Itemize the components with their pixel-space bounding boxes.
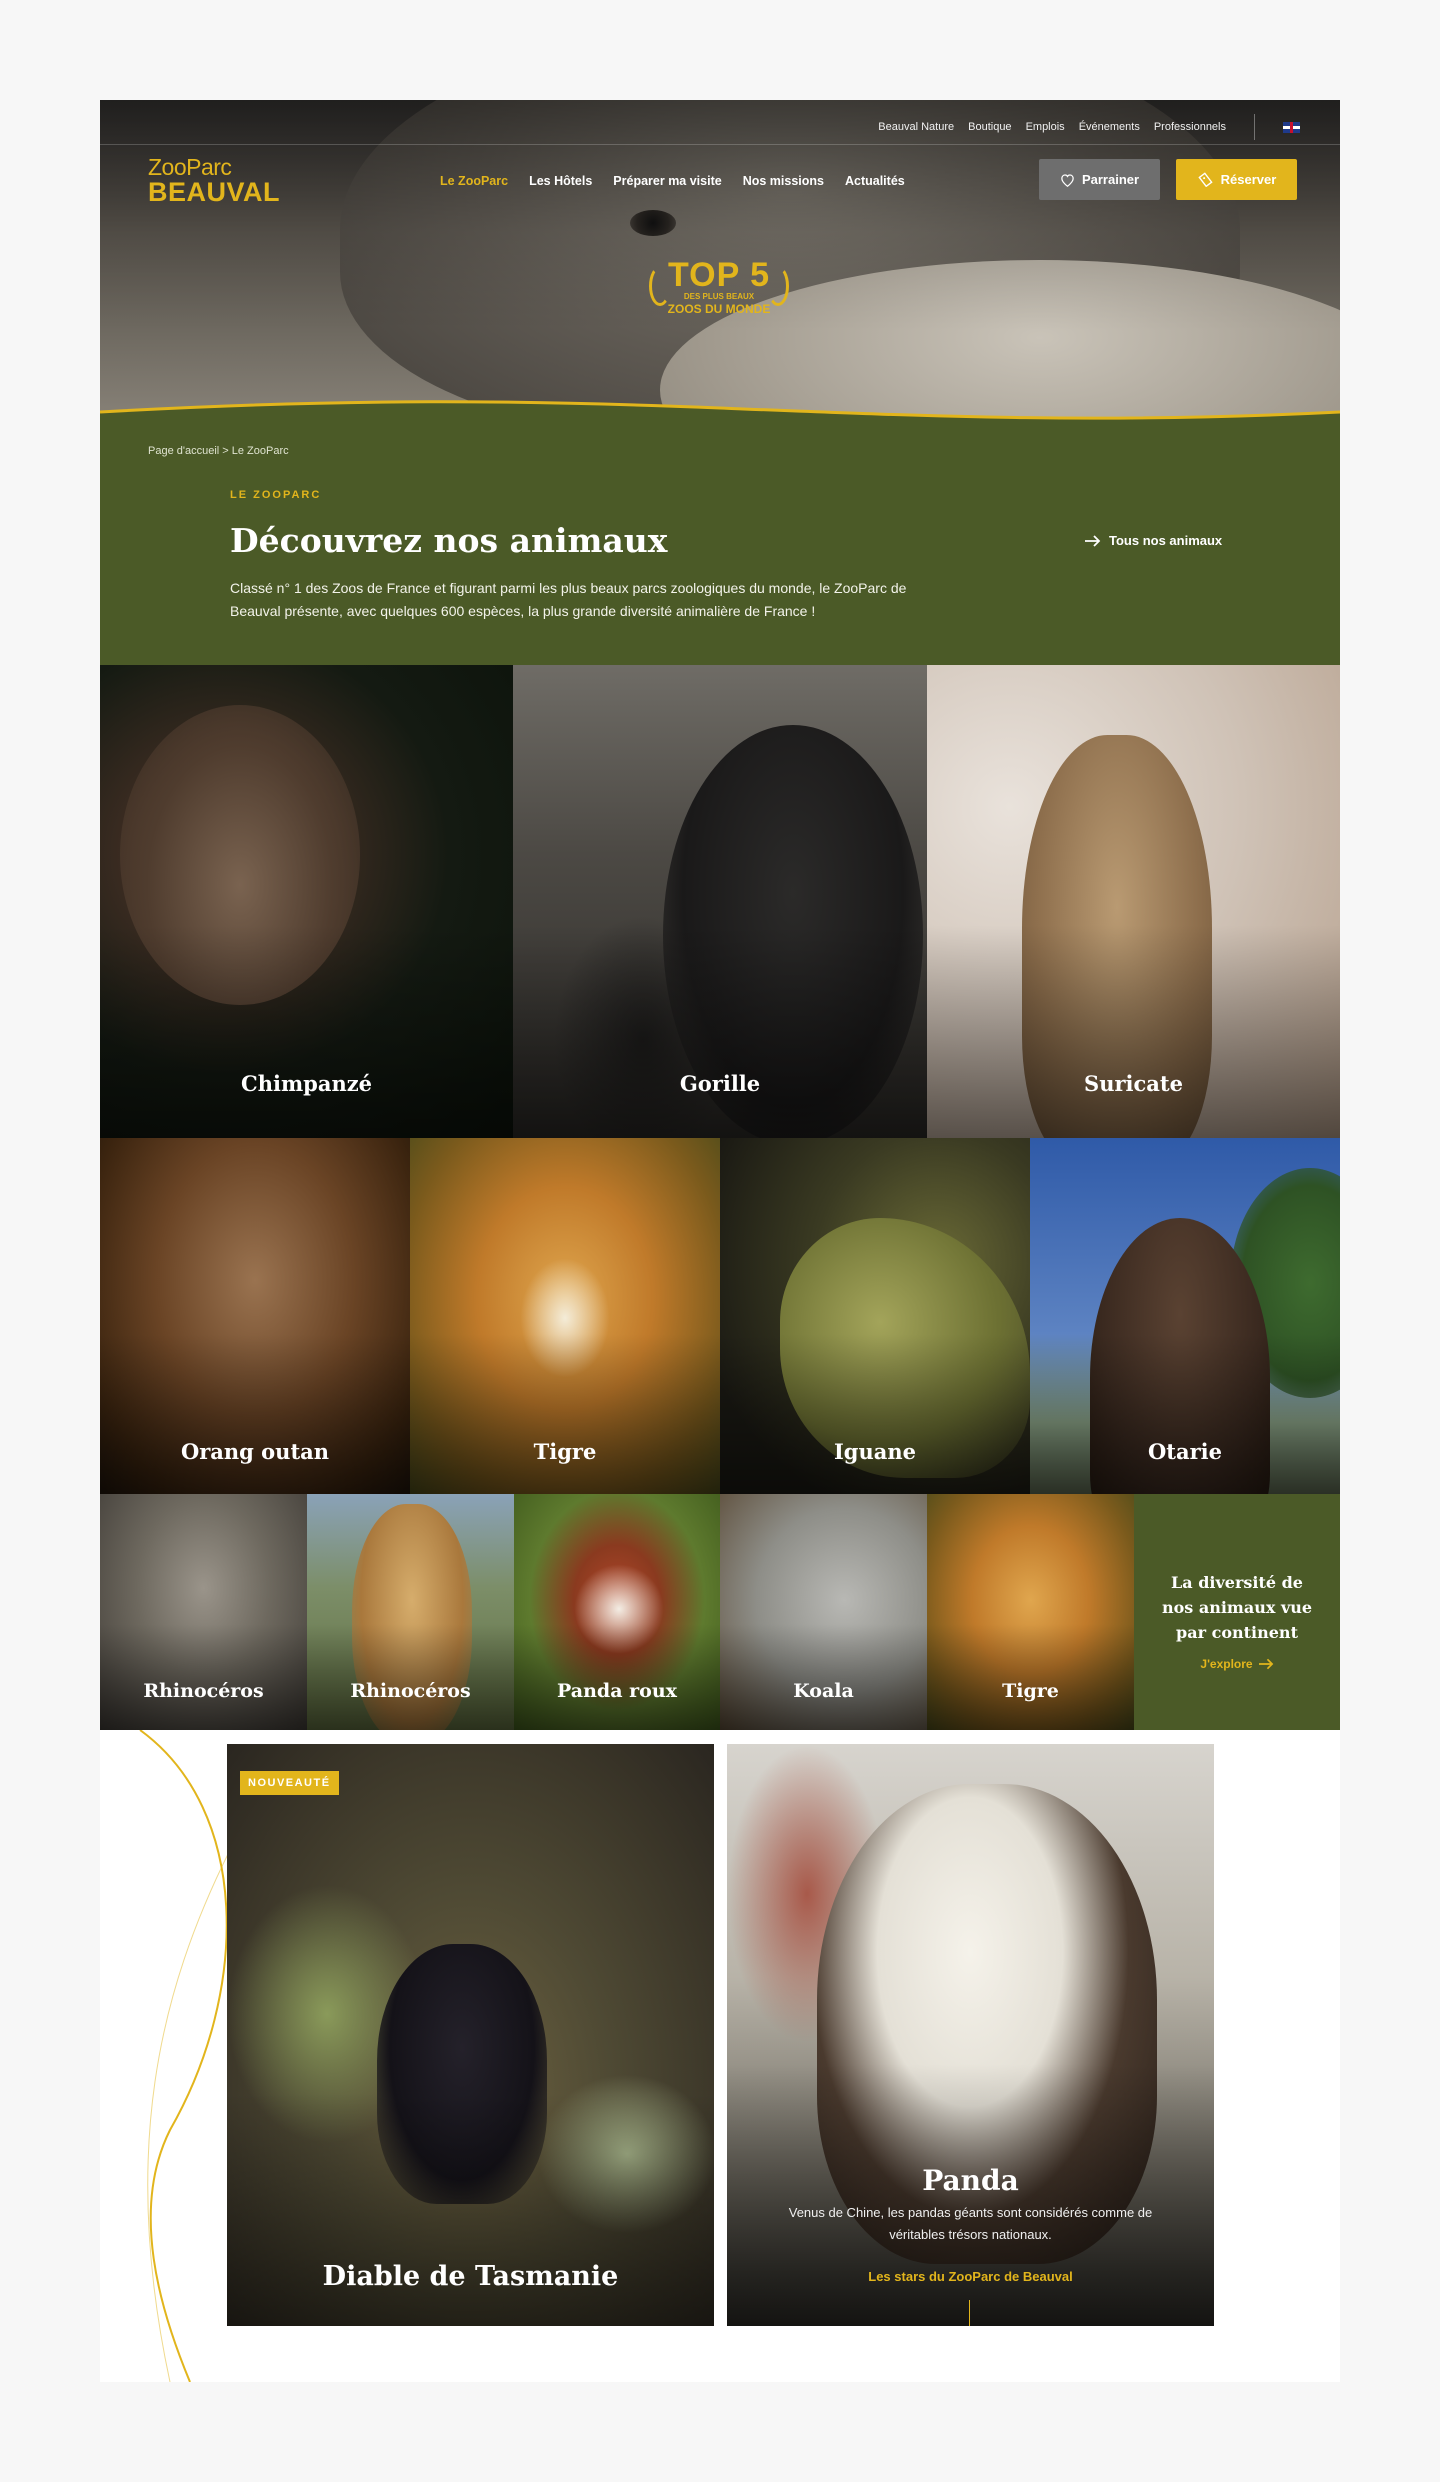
animal-tile-suricate[interactable]: Suricate (927, 665, 1340, 1138)
animal-name: Gorille (679, 1071, 761, 1096)
arrow-right-icon (1258, 1658, 1273, 1670)
reserver-button[interactable]: Réserver (1176, 159, 1297, 200)
animal-name: Tigre (533, 1439, 597, 1464)
animal-tile-orang-outan[interactable]: Orang outan (100, 1138, 410, 1494)
explore-link[interactable]: J'explore (1200, 1657, 1273, 1671)
top5-award-badge: TOP 5 DES PLUS BEAUX ZOOS DU MONDE (649, 258, 789, 316)
all-animals-link[interactable]: Tous nos animaux (1085, 533, 1222, 548)
animal-name: Chimpanzé (240, 1071, 373, 1096)
hero-banner: Beauval Nature Boutique Emplois Événemen… (100, 100, 1340, 430)
topnav-emplois[interactable]: Emplois (1026, 121, 1065, 133)
animal-tile-tigre[interactable]: Tigre (410, 1138, 720, 1494)
arrow-right-icon (1085, 534, 1101, 547)
main-nav: Le ZooParc Les Hôtels Préparer ma visite… (440, 174, 905, 188)
nouveaute-badge: NOUVEAUTÉ (240, 1771, 339, 1795)
card-title: Panda (922, 2164, 1019, 2197)
nav-item-actualites[interactable]: Actualités (845, 174, 905, 188)
animal-name: Panda roux (557, 1680, 677, 1702)
divider (1254, 114, 1255, 140)
topnav-beauval-nature[interactable]: Beauval Nature (878, 121, 954, 133)
animal-name: Orang outan (180, 1439, 330, 1464)
parrainer-button[interactable]: Parrainer (1039, 159, 1160, 200)
feature-card-diable-de-tasmanie[interactable]: NOUVEAUTÉ Diable de Tasmanie (227, 1744, 714, 2326)
zooparc-logo[interactable]: ZooParc BEAUVAL (148, 156, 280, 206)
divider (100, 144, 1340, 145)
animal-name: Otarie (1147, 1439, 1222, 1464)
continent-diversity-tile[interactable]: La diversité de nos animaux vue par cont… (1134, 1494, 1340, 1730)
page-title: Découvrez nos animaux (230, 521, 668, 560)
uk-flag-icon[interactable] (1283, 121, 1300, 133)
animal-name: Rhinocéros (143, 1680, 264, 1702)
nav-item-les-hotels[interactable]: Les Hôtels (529, 174, 592, 188)
animal-tile-tigre[interactable]: Tigre (927, 1494, 1134, 1730)
animal-name: Suricate (1084, 1071, 1183, 1096)
heart-icon (1061, 173, 1074, 187)
animal-tile-rhinoceros[interactable]: Rhinocéros (100, 1494, 307, 1730)
topnav-boutique[interactable]: Boutique (968, 121, 1011, 133)
animal-tile-koala[interactable]: Koala (720, 1494, 927, 1730)
animal-name: Rhinocéros (350, 1680, 471, 1702)
laurel-icon (767, 266, 789, 306)
wave-divider (100, 400, 1340, 438)
intro-text: Classé n° 1 des Zoos de France et figura… (230, 580, 907, 619)
animal-tile-gorille[interactable]: Gorille (513, 665, 927, 1138)
diversity-text: La diversité de nos animaux vue par cont… (1161, 1573, 1313, 1642)
card-title: Diable de Tasmanie (322, 2261, 619, 2292)
section-kicker: LE ZOOPARC (230, 489, 322, 501)
nav-item-le-zooparc[interactable]: Le ZooParc (440, 174, 508, 188)
ticket-icon (1198, 172, 1213, 187)
animal-tile-iguane[interactable]: Iguane (720, 1138, 1030, 1494)
feature-card-panda[interactable]: Panda Venus de Chine, les pandas géants … (727, 1744, 1214, 2326)
animal-tile-rhinoceros[interactable]: Rhinocéros (307, 1494, 514, 1730)
animal-name: Tigre (1002, 1680, 1059, 1702)
laurel-icon (649, 266, 671, 306)
animal-tile-otarie[interactable]: Otarie (1030, 1138, 1340, 1494)
topnav-evenements[interactable]: Événements (1079, 121, 1140, 133)
card-description: Venus de Chine, les pandas géants sont c… (788, 2205, 1153, 2242)
page-frame: Beauval Nature Boutique Emplois Événemen… (100, 100, 1340, 2382)
animal-name: Iguane (833, 1439, 916, 1464)
nav-item-preparer-ma-visite[interactable]: Préparer ma visite (613, 174, 721, 188)
breadcrumb[interactable]: Page d'accueil > Le ZooParc (148, 445, 289, 457)
animal-tile-panda-roux[interactable]: Panda roux (514, 1494, 720, 1730)
top-utility-nav: Beauval Nature Boutique Emplois Événemen… (878, 114, 1300, 140)
nav-item-nos-missions[interactable]: Nos missions (743, 174, 824, 188)
animal-tile-chimpanze[interactable]: Chimpanzé (100, 665, 513, 1138)
animal-name: Koala (793, 1680, 854, 1702)
stars-link[interactable]: Les stars du ZooParc de Beauval (727, 2269, 1214, 2284)
divider (969, 2300, 970, 2326)
topnav-professionnels[interactable]: Professionnels (1154, 121, 1226, 133)
